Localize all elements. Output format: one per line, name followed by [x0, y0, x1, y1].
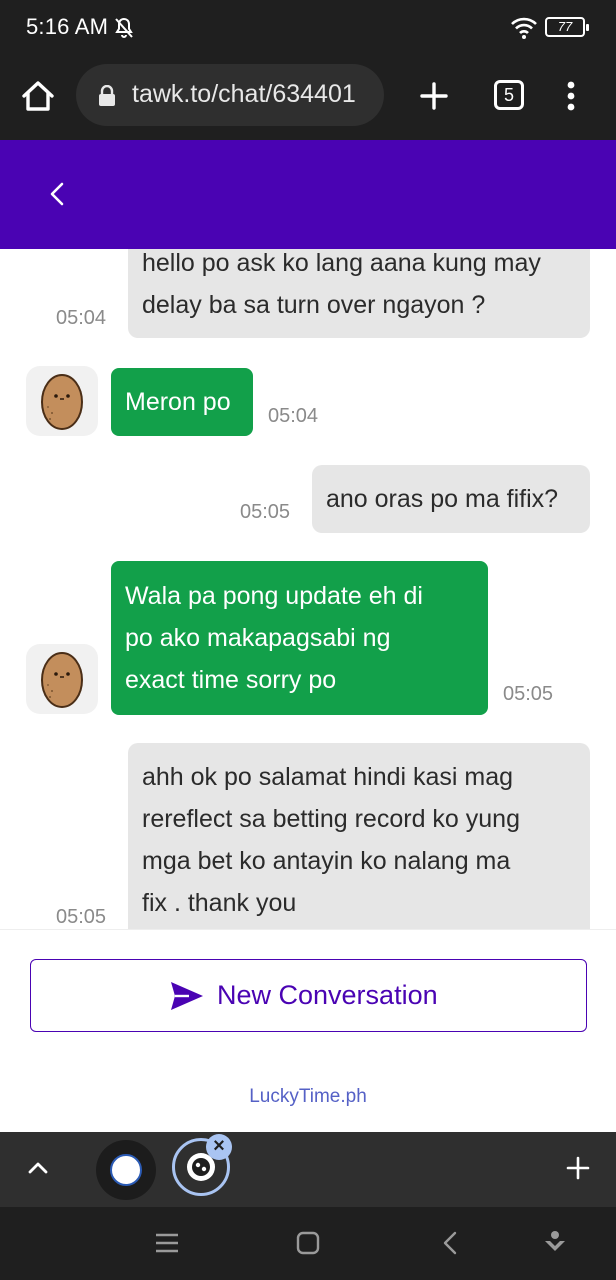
wifi-icon	[511, 17, 537, 39]
url-text: tawk.to/chat/634401	[132, 80, 356, 108]
agent-message: Wala pa pong update eh di po ako makapag…	[111, 561, 488, 715]
muted-bell-icon	[115, 17, 133, 38]
message-time: 05:05	[503, 683, 554, 705]
system-nav-bar	[0, 1207, 616, 1280]
message-line: ahh ok po salamat hindi kasi mag	[142, 763, 514, 791]
back-icon[interactable]	[440, 1229, 460, 1257]
tab-strip: ×	[0, 1132, 616, 1207]
potato-avatar-icon	[41, 652, 83, 708]
chat-footer: New Conversation LuckyTime.ph	[0, 929, 616, 1132]
message-line: fix . thank you	[142, 889, 297, 917]
visitor-message: ano oras po ma fifix?	[312, 465, 590, 533]
message-line: Wala pa pong update eh di	[125, 582, 423, 610]
tabs-icon[interactable]: 5	[494, 80, 524, 110]
brand-link[interactable]: LuckyTime.ph	[0, 1086, 616, 1108]
message-time: 05:05	[240, 501, 291, 523]
send-icon	[171, 982, 203, 1010]
address-bar[interactable]: tawk.to/chat/634401	[76, 64, 384, 126]
message-time: 05:04	[268, 405, 319, 427]
lock-icon	[99, 85, 115, 106]
message-line: delay ba sa turn over ngayon ?	[142, 291, 486, 319]
menu-icon[interactable]	[154, 1231, 180, 1255]
message-line: Meron po	[125, 388, 231, 416]
status-bar: 5:16 AM 77	[0, 0, 616, 56]
agent-avatar	[26, 366, 98, 436]
potato-avatar-icon	[41, 374, 83, 430]
message-line: mga bet ko antayin ko nalang ma	[142, 847, 511, 875]
home-square-icon[interactable]	[296, 1231, 320, 1255]
browser-toolbar: tawk.to/chat/634401 5	[0, 56, 616, 140]
battery-icon: 77	[545, 17, 589, 37]
close-icon[interactable]: ×	[206, 1134, 232, 1160]
tab-favicon[interactable]	[96, 1140, 156, 1200]
message-line: rereflect sa betting record ko yung	[142, 805, 520, 833]
message-line: hello po ask ko lang aana kung may	[142, 249, 541, 277]
more-vert-icon[interactable]	[556, 76, 586, 116]
new-conversation-label: New Conversation	[217, 980, 438, 1010]
visitor-message: ahh ok po salamat hindi kasi mag rerefle…	[128, 743, 590, 929]
message-line: ano oras po ma fifix?	[326, 485, 559, 513]
tab-count: 5	[503, 85, 514, 105]
message-time: 05:04	[56, 307, 107, 329]
site-logo-icon	[110, 1154, 142, 1186]
plus-icon[interactable]	[566, 1156, 590, 1180]
chevron-up-icon[interactable]	[26, 1156, 50, 1180]
home-icon[interactable]	[18, 76, 58, 116]
chevron-left-icon[interactable]	[40, 176, 76, 212]
new-conversation-button[interactable]: New Conversation	[30, 959, 587, 1032]
agent-message: Meron po	[111, 368, 253, 436]
assistant-icon[interactable]	[542, 1229, 568, 1257]
message-time: 05:05	[56, 906, 107, 928]
chat-messages[interactable]: hello po ask ko lang aana kung may delay…	[0, 249, 616, 929]
chat-header	[0, 140, 616, 249]
message-line: exact time sorry po	[125, 666, 337, 694]
battery-level: 77	[557, 19, 573, 34]
plus-icon[interactable]	[414, 76, 454, 116]
visitor-message: hello po ask ko lang aana kung may delay…	[128, 249, 590, 338]
message-line: po ako makapagsabi ng	[125, 624, 391, 652]
agent-avatar	[26, 644, 98, 714]
status-time: 5:16 AM	[26, 14, 109, 39]
